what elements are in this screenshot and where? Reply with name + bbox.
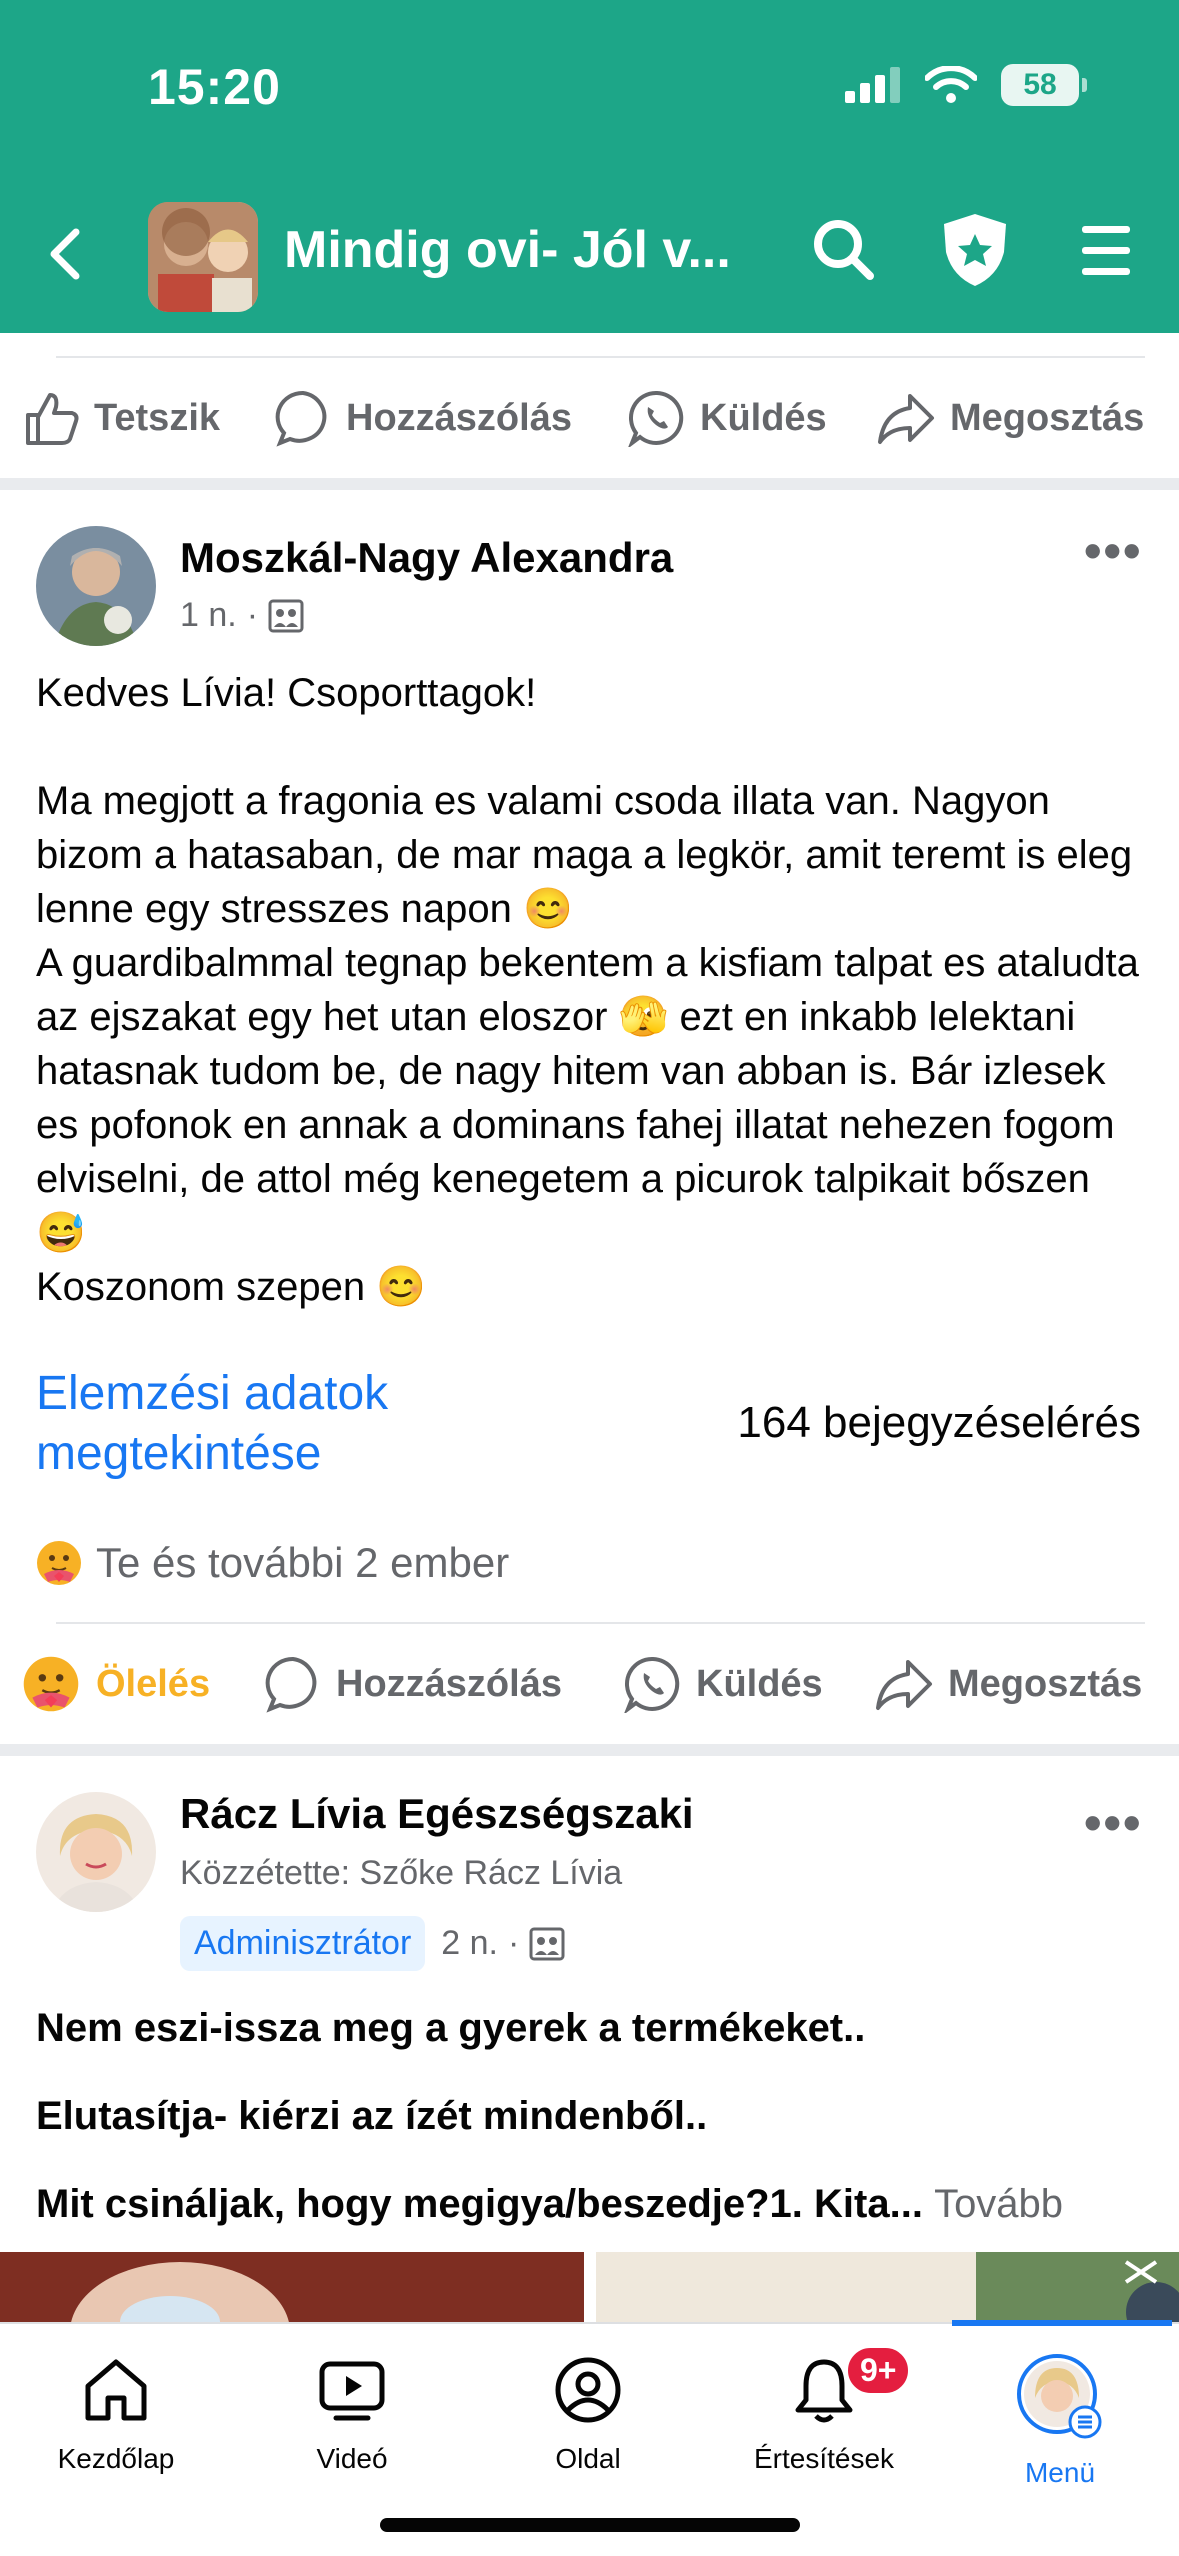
post-meta: 1 n. · (180, 596, 304, 635)
post-text-line: Elutasítja- kiérzi az ízét mindenből.. (36, 2094, 708, 2138)
active-tab-indicator (952, 2320, 1172, 2326)
battery-indicator: 58 (1001, 64, 1087, 106)
comment-icon (265, 1656, 317, 1713)
menu-avatar-icon (1017, 2354, 1102, 2439)
reactions-text: Te és további 2 ember (96, 1539, 510, 1586)
share-button[interactable]: Megosztás (874, 1656, 1142, 1712)
comment-label: Hozzászólás (346, 396, 572, 439)
post-text-line: Nem eszi-issza meg a gyerek a termékeket… (36, 2006, 866, 2050)
comment-button[interactable]: Hozzászólás (274, 389, 572, 447)
post-meta: Adminisztrátor 2 n. · (180, 1916, 565, 1971)
like-label: Tetszik (94, 396, 221, 439)
back-icon[interactable] (44, 226, 84, 282)
whatsapp-icon (628, 390, 684, 447)
tab-notifications[interactable]: 9+ Értesítések (724, 2344, 924, 2475)
send-label: Küldés (700, 396, 827, 439)
send-button[interactable]: Küldés (624, 1655, 823, 1713)
search-icon[interactable] (810, 216, 876, 282)
tab-video[interactable]: Videó (252, 2354, 452, 2475)
tab-home-label: Kezdőlap (57, 2443, 175, 2474)
reactions-summary[interactable]: Te és további 2 ember (34, 1538, 509, 1588)
like-button[interactable]: Tetszik (22, 389, 220, 447)
hug-reaction-button[interactable]: Ölelés (20, 1653, 210, 1715)
post-time[interactable]: 2 n. (441, 1924, 498, 1963)
video-icon (319, 2361, 385, 2421)
post-image[interactable] (596, 2252, 1179, 2342)
post-text-truncated: Mit csináljak, hogy megigya/beszedje?1. … (36, 2182, 923, 2226)
post-actions: Ölelés Hozzászólás Küldés Megosztás (0, 1624, 1179, 1744)
post-image[interactable] (0, 2252, 584, 2402)
meta-dot: · (508, 1924, 520, 1962)
home-indicator (380, 2518, 800, 2532)
post-reach: 164 bejegyzéselérés (737, 1398, 1141, 1447)
hug-label: Ölelés (96, 1662, 211, 1705)
post-author-name[interactable]: Rácz Lívia Egészségszaki (180, 1790, 694, 1838)
share-icon (878, 394, 934, 444)
thumbs-up-icon (26, 393, 79, 445)
menu-hamburger-icon[interactable] (1080, 224, 1132, 278)
share-label: Megosztás (948, 1662, 1143, 1705)
author-avatar[interactable] (36, 526, 156, 646)
prev-post-actions: Tetszik Hozzászólás Küldés Megosztás (0, 358, 1179, 478)
admin-shield-icon[interactable] (940, 212, 1010, 288)
home-icon (85, 2359, 147, 2421)
share-icon (876, 1660, 932, 1710)
post-options-icon[interactable]: ••• (1084, 522, 1143, 580)
post-time[interactable]: 1 n. (180, 596, 237, 635)
comment-icon (275, 390, 327, 447)
post-text: Kedves Lívia! Csoporttagok! Ma megjott a… (36, 671, 1139, 1309)
tab-page-label: Oldal (555, 2443, 621, 2474)
care-reaction-icon (37, 1541, 81, 1585)
comment-button[interactable]: Hozzászólás (264, 1655, 562, 1713)
group-avatar[interactable] (148, 202, 258, 312)
post-options-icon[interactable]: ••• (1084, 1794, 1143, 1852)
group-audience-icon (529, 1927, 565, 1960)
care-reaction-icon (23, 1656, 79, 1712)
post-separator (0, 1744, 1179, 1756)
status-time: 15:20 (148, 59, 281, 115)
tab-video-label: Videó (316, 2443, 388, 2474)
app-header: 15:20 58 Mindig ovi- Jól v... (0, 0, 1179, 333)
posted-by[interactable]: Közzétette: Szőke Rácz Lívia (180, 1854, 622, 1893)
tab-page[interactable]: Oldal (488, 2354, 688, 2475)
comment-label: Hozzászólás (336, 1662, 562, 1705)
group-title[interactable]: Mindig ovi- Jól v... (284, 220, 731, 280)
profile-circle-icon (555, 2357, 621, 2423)
insights-link[interactable]: Elemzési adatok megtekintése (36, 1364, 536, 1484)
post-separator (0, 478, 1179, 490)
post-text-line: Mit csináljak, hogy megigya/beszedje?1. … (36, 2182, 1063, 2227)
wifi-icon (925, 66, 977, 103)
send-label: Küldés (696, 1662, 823, 1705)
meta-dot: · (246, 596, 259, 634)
tab-home[interactable]: Kezdőlap (16, 2354, 216, 2475)
whatsapp-icon (624, 1656, 680, 1713)
notifications-badge: 9+ (844, 2344, 913, 2397)
tab-notifications-label: Értesítések (753, 2443, 895, 2474)
share-button[interactable]: Megosztás (876, 390, 1144, 446)
group-nav: Mindig ovi- Jól v... (0, 198, 1179, 312)
tab-menu-label: Menü (1024, 2457, 1096, 2488)
see-more-link[interactable]: Tovább (934, 2182, 1063, 2226)
group-audience-icon (268, 599, 304, 632)
send-button[interactable]: Küldés (628, 389, 827, 447)
admin-badge: Adminisztrátor (180, 1916, 426, 1971)
signal-icon (845, 67, 900, 103)
status-icons: 58 (845, 64, 1087, 106)
author-avatar[interactable] (36, 1792, 156, 1912)
tab-menu[interactable]: Menü (960, 2354, 1160, 2489)
post-author-name[interactable]: Moszkál-Nagy Alexandra (180, 534, 673, 582)
share-label: Megosztás (950, 396, 1145, 439)
